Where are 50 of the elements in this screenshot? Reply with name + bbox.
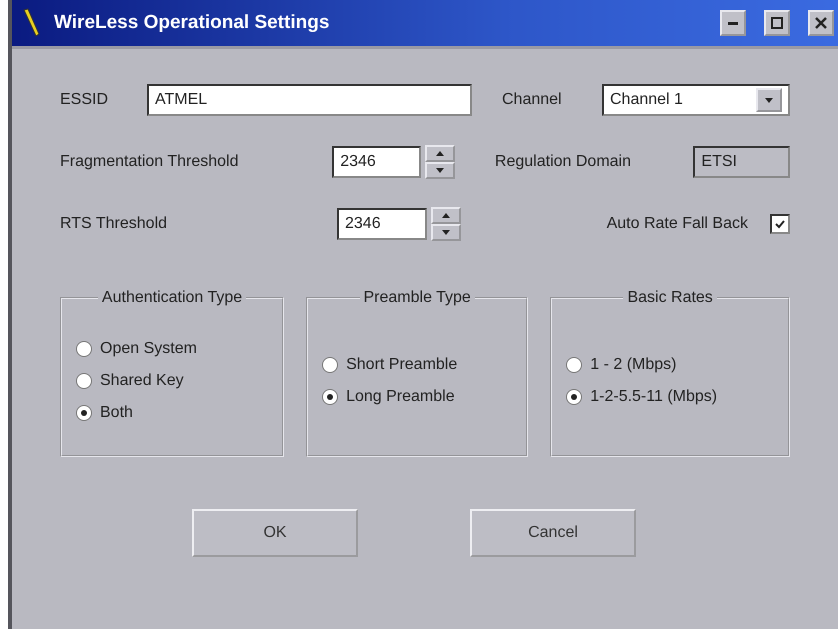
up-arrow-icon xyxy=(442,213,450,218)
channel-dropdown[interactable]: Channel 1 xyxy=(602,84,790,116)
radio-button[interactable] xyxy=(322,389,338,405)
ok-button[interactable]: OK xyxy=(192,509,358,557)
group-title: Preamble Type xyxy=(362,289,472,307)
cancel-button[interactable]: Cancel xyxy=(470,509,636,557)
minimize-icon xyxy=(728,22,738,24)
close-button[interactable] xyxy=(808,10,834,36)
radio-button[interactable] xyxy=(566,357,582,373)
essid-field[interactable]: ATMEL xyxy=(147,84,472,116)
maximize-button[interactable] xyxy=(764,10,790,36)
checkbox[interactable] xyxy=(770,214,790,234)
checkbox-label: Auto Rate Fall Back xyxy=(606,215,748,233)
radio-label: Shared Key xyxy=(100,372,184,390)
spin-down-button[interactable] xyxy=(431,224,461,241)
up-arrow-icon xyxy=(436,151,444,156)
group-title: Basic Rates xyxy=(626,289,714,307)
number-field[interactable]: 2346 xyxy=(337,208,427,240)
close-icon xyxy=(815,17,827,29)
radio-label: 1 - 2 (Mbps) xyxy=(590,356,676,374)
spin-up-button[interactable] xyxy=(424,145,455,162)
radio-button[interactable] xyxy=(322,357,338,373)
down-arrow-icon xyxy=(436,168,444,173)
maximize-icon xyxy=(771,17,783,29)
field-label: ESSID xyxy=(60,91,110,109)
radio-label: Short Preamble xyxy=(346,356,458,374)
group-title: Authentication Type xyxy=(100,289,244,307)
down-arrow-icon xyxy=(765,98,773,102)
field-label: RTS Threshold xyxy=(60,215,168,233)
dropdown-button[interactable] xyxy=(756,88,782,112)
spin-down-button[interactable] xyxy=(424,162,455,179)
radio-button[interactable] xyxy=(76,341,92,357)
number-field[interactable]: 2346 xyxy=(332,146,421,178)
radio-button[interactable] xyxy=(76,373,92,389)
window-title: WireLess Operational Settings xyxy=(54,12,330,34)
radio-label: Open System xyxy=(100,340,197,358)
check-icon xyxy=(775,220,785,228)
radio-label: 1-2-5.5-11 (Mbps) xyxy=(590,388,718,406)
spin-up-button[interactable] xyxy=(431,207,461,224)
field-label: Channel xyxy=(502,91,563,109)
radio-label: Long Preamble xyxy=(346,388,455,406)
field-label: Fragmentation Threshold xyxy=(60,153,240,171)
regulation-field: ETSI xyxy=(693,146,790,178)
down-arrow-icon xyxy=(442,230,450,235)
radio-button[interactable] xyxy=(566,389,582,405)
field-label: Regulation Domain xyxy=(494,153,632,171)
minimize-button[interactable] xyxy=(720,10,746,36)
radio-label: Both xyxy=(100,404,133,422)
antenna-icon xyxy=(22,8,40,38)
radio-button[interactable] xyxy=(76,405,92,421)
